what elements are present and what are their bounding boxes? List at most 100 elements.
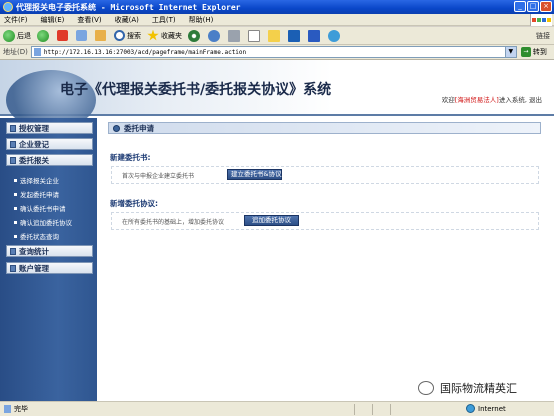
subitem-label: 发起委托申请: [20, 191, 59, 199]
stop-button[interactable]: [57, 30, 70, 41]
window-titlebar: 代理报关电子委托系统 - Microsoft Internet Explorer…: [0, 0, 554, 14]
watermark: 国际物流精英汇: [418, 380, 517, 396]
new-power-desc: 首次与申报企业建立委托书: [122, 172, 195, 180]
main-panel: 委托申请 新建委托书: 首次与申报企业建立委托书 建立委托书&协议 新增委托协议…: [103, 118, 543, 401]
sidebar-item-register[interactable]: 企业登记: [6, 138, 93, 150]
wechat-icon: [418, 381, 434, 395]
zone-label: Internet: [478, 404, 506, 413]
media-icon: [188, 29, 200, 42]
maximize-button[interactable]: □: [527, 1, 539, 12]
messenger-button[interactable]: [288, 29, 302, 42]
address-label: 地址(D): [3, 48, 28, 56]
section-title: 委托申请: [124, 123, 154, 133]
people-button[interactable]: [328, 29, 342, 42]
favorites-button[interactable]: 收藏夹: [147, 29, 182, 42]
sidebar-item-entrust[interactable]: 委托报关: [6, 154, 93, 166]
menu-edit[interactable]: 编辑(E): [41, 15, 65, 25]
address-input[interactable]: http://172.16.13.16:27003/acd/pageframe/…: [30, 46, 517, 58]
folder-icon: [268, 29, 280, 42]
mail-icon: [208, 29, 220, 42]
forward-button[interactable]: [37, 29, 51, 42]
sidebar-subitem-start-request[interactable]: 发起委托申请: [14, 189, 59, 199]
welcome-text: 欢迎: [441, 96, 455, 104]
menu-tools[interactable]: 工具(T): [152, 15, 176, 25]
menu-help[interactable]: 帮助(H): [189, 15, 214, 25]
sidebar-item-account[interactable]: 账户管理: [6, 262, 93, 274]
status-pane: [390, 403, 408, 415]
menu-view[interactable]: 查看(V): [77, 15, 101, 25]
new-agreement-desc: 在所有委托书的基础上，增加委托协议: [122, 218, 225, 226]
sidebar-item-auth[interactable]: 授权管理: [6, 122, 93, 134]
printer-icon: [228, 29, 240, 42]
sidebar-item-statistics[interactable]: 查询统计: [6, 245, 93, 257]
status-text: 完毕: [4, 404, 114, 414]
sidebar-item-label: 企业登记: [19, 139, 49, 149]
subitem-label: 确认追加委托协议: [20, 219, 72, 227]
back-button[interactable]: 后退: [3, 29, 31, 42]
book-icon: [10, 124, 16, 132]
refresh-button[interactable]: [76, 30, 89, 41]
sidebar-subitem-select-broker[interactable]: 选择报关企业: [14, 175, 59, 185]
minimize-button[interactable]: _: [514, 1, 526, 12]
address-dropdown-icon[interactable]: ▼: [504, 47, 516, 57]
favorites-label: 收藏夹: [161, 31, 182, 40]
sidebar-subitem-status-query[interactable]: 委托状态查询: [14, 231, 59, 241]
forward-arrow-icon: [37, 29, 49, 42]
append-agreement-button[interactable]: 追加委托协议: [244, 215, 299, 226]
address-bar: 地址(D) http://172.16.13.16:27003/acd/page…: [0, 45, 554, 60]
stop-icon: [57, 30, 68, 41]
status-pane: [372, 403, 390, 415]
mail-button[interactable]: [208, 29, 222, 42]
menu-file[interactable]: 文件(F): [4, 15, 28, 25]
edit-icon: [248, 29, 260, 42]
site-title: 电子《代理报关委托书/委托报关协议》系统: [60, 82, 332, 98]
menu-bar: 文件(F) 编辑(E) 查看(V) 收藏(A) 工具(T) 帮助(H): [0, 14, 554, 26]
close-button[interactable]: ×: [540, 1, 552, 12]
section-icon: [113, 124, 120, 132]
go-arrow-icon: →: [520, 47, 531, 57]
sidebar-subitem-confirm-agreement[interactable]: 确认追加委托协议: [14, 217, 72, 227]
messenger-icon: [288, 29, 300, 42]
logout-link[interactable]: 退出: [529, 96, 542, 104]
sidebar-item-label: 查询统计: [19, 246, 49, 256]
bullet-icon: [14, 220, 17, 224]
folder-button[interactable]: [268, 29, 282, 42]
subitem-label: 委托状态查询: [20, 233, 59, 241]
create-power-button[interactable]: 建立委托书&协议: [227, 169, 282, 180]
search-button[interactable]: 搜索: [114, 30, 141, 41]
page-content: 电子《代理报关委托书/委托报关协议》系统 欢迎[海洲贸易法人]进入系统, 退出 …: [0, 60, 554, 401]
entered-text: 进入系统,: [498, 96, 527, 104]
bullet-icon: [14, 234, 17, 238]
sidebar: 授权管理 企业登记 委托报关 选择报关企业 发起委托申请 确认委托书申请 确认追…: [0, 118, 97, 401]
print-button[interactable]: [228, 29, 242, 42]
address-url: http://172.16.13.16:27003/acd/pageframe/…: [43, 48, 247, 56]
sidebar-item-label: 授权管理: [19, 123, 49, 133]
new-agreement-row: 在所有委托书的基础上，增加委托协议: [111, 212, 539, 230]
search-icon: [114, 30, 125, 41]
toolbar: 后退 搜索 收藏夹 链接: [0, 27, 554, 45]
status-bar: 完毕 Internet: [0, 401, 554, 416]
go-label: 转到: [532, 48, 547, 56]
research-button[interactable]: [308, 29, 322, 42]
edit-button[interactable]: [248, 29, 262, 42]
home-button[interactable]: [95, 30, 108, 41]
user-name: [海洲贸易法人]: [454, 96, 499, 104]
links-label[interactable]: 链接: [536, 31, 550, 41]
new-agreement-heading: 新增委托协议:: [110, 199, 158, 208]
bullet-icon: [14, 178, 17, 182]
book-icon: [10, 140, 16, 148]
sidebar-subitem-confirm-power[interactable]: 确认委托书申请: [14, 203, 66, 213]
user-bar: 欢迎[海洲贸易法人]进入系统, 退出: [442, 94, 542, 104]
back-label: 后退: [17, 31, 31, 40]
subitem-label: 确认委托书申请: [20, 205, 66, 213]
media-button[interactable]: [188, 29, 202, 42]
section-header: 委托申请: [108, 122, 541, 134]
book-icon: [10, 264, 16, 272]
refresh-icon: [76, 30, 87, 41]
bullet-icon: [14, 206, 17, 210]
watermark-text: 国际物流精英汇: [440, 382, 517, 395]
bullet-icon: [14, 192, 17, 196]
go-button[interactable]: → 转到: [520, 47, 547, 57]
menu-favorites[interactable]: 收藏(A): [115, 15, 139, 25]
globe-icon: [466, 404, 475, 413]
